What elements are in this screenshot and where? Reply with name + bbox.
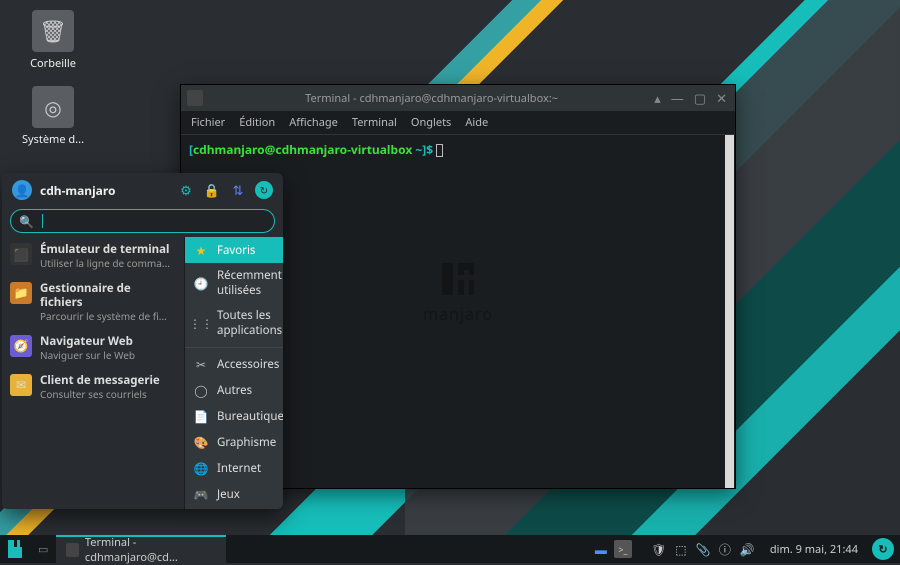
app-icon: 🧭: [10, 335, 32, 357]
desktop-icon-filesystem[interactable]: ◎ Système d...: [18, 86, 88, 147]
category-icon: 📄: [193, 408, 209, 424]
settings-icon[interactable]: ⚙: [177, 181, 195, 199]
category-multimédia[interactable]: 🎵Multimédia: [185, 507, 283, 509]
app-icon: ⬛: [10, 243, 32, 265]
minimize-button[interactable]: —: [671, 89, 684, 107]
category-icon: ✂: [193, 356, 209, 372]
category-bureautique[interactable]: 📄Bureautique: [185, 403, 283, 429]
desktop-icon-label: Système d...: [18, 132, 88, 147]
scrollbar[interactable]: [725, 135, 734, 488]
menu-favorites-pane: ⬛Émulateur de terminalUtiliser la ligne …: [2, 237, 185, 509]
menu-affichage[interactable]: Affichage: [289, 115, 338, 130]
disk-icon: ◎: [44, 94, 61, 121]
info-icon[interactable]: ⓘ: [716, 540, 734, 558]
category-autres[interactable]: ◯Autres: [185, 377, 283, 403]
category-icon: ◯: [193, 382, 209, 398]
manjaro-watermark: manjaro: [423, 263, 493, 325]
category-icon: 🎨: [193, 434, 209, 450]
menu-edition[interactable]: Édition: [239, 115, 275, 130]
category-internet[interactable]: 🌐Internet: [185, 455, 283, 481]
favorite-1[interactable]: 📁Gestionnaire de fichiersParcourir le sy…: [2, 276, 184, 329]
close-button[interactable]: ✕: [716, 89, 727, 107]
terminal-icon: [187, 90, 203, 106]
search-icon: 🔍: [19, 213, 34, 230]
category-icon: 🕘: [193, 275, 209, 291]
menu-header: 👤 cdh-manjaro ⚙ 🔒 ⇅ ↻: [2, 173, 283, 207]
favorite-2[interactable]: 🧭Navigateur WebNaviguer sur le Web: [2, 329, 184, 368]
terminal-icon: [66, 543, 79, 557]
application-menu: 👤 cdh-manjaro ⚙ 🔒 ⇅ ↻ 🔍 ⬛Émulateur de te…: [2, 173, 283, 509]
menu-terminal[interactable]: Terminal: [352, 115, 397, 130]
start-button[interactable]: [0, 535, 30, 563]
favorite-0[interactable]: ⬛Émulateur de terminalUtiliser la ligne …: [2, 237, 184, 276]
category-favoris[interactable]: ★Favoris: [185, 237, 283, 263]
logout-icon[interactable]: ↻: [255, 181, 273, 199]
app-icon: 📁: [10, 282, 32, 304]
category-accessoires[interactable]: ✂Accessoires: [185, 347, 283, 377]
app-icon: ✉: [10, 374, 32, 396]
category-icon: 🌐: [193, 460, 209, 476]
switch-user-icon[interactable]: ⇅: [229, 181, 247, 199]
window-titlebar[interactable]: Terminal - cdhmanjaro@cdhmanjaro-virtual…: [181, 85, 735, 111]
user-avatar-icon[interactable]: 👤: [12, 180, 32, 200]
menu-onglets[interactable]: Onglets: [411, 115, 451, 130]
clock[interactable]: dim. 9 mai, 21:44: [762, 542, 866, 557]
system-tray: ▬ >_ 🛡 ⬚ 📎 ⓘ 🔊: [586, 540, 762, 558]
volume-icon[interactable]: 🔊: [738, 540, 756, 558]
username-label: cdh-manjaro: [40, 182, 169, 199]
category-icon: 🎮: [193, 486, 209, 502]
power-button[interactable]: ↻: [872, 538, 894, 560]
terminal-tray-icon[interactable]: >_: [614, 540, 632, 558]
search-input[interactable]: 🔍: [10, 209, 275, 233]
desktop-icon-trash[interactable]: 🗑 Corbeille: [18, 10, 88, 71]
category-récemment-utilisées[interactable]: 🕘Récemment utilisées: [185, 263, 283, 303]
menu-search-row: 🔍: [2, 207, 283, 237]
keep-above-icon[interactable]: ▴: [654, 89, 661, 107]
window-title: Terminal - cdhmanjaro@cdhmanjaro-virtual…: [209, 91, 654, 106]
shield-icon[interactable]: 🛡: [650, 540, 668, 558]
desktop-icon-label: Corbeille: [18, 56, 88, 71]
taskbar-item-label: Terminal - cdhmanjaro@cd...: [85, 535, 216, 565]
terminal-cursor: [436, 144, 443, 157]
menu-aide[interactable]: Aide: [465, 115, 488, 130]
manjaro-logo-icon: [8, 540, 22, 558]
show-desktop-button[interactable]: ▭: [30, 535, 56, 563]
lock-icon[interactable]: 🔒: [203, 181, 221, 199]
clipboard-icon[interactable]: 📎: [694, 540, 712, 558]
updates-icon[interactable]: ⬚: [672, 540, 690, 558]
terminal-menubar: Fichier Édition Affichage Terminal Ongle…: [181, 111, 735, 135]
chat-icon[interactable]: ▬: [592, 540, 610, 558]
category-toutes-les-applications[interactable]: ⋮⋮Toutes les applications: [185, 303, 283, 343]
trash-icon: 🗑: [39, 16, 67, 46]
menu-fichier[interactable]: Fichier: [191, 115, 225, 130]
category-icon: ★: [193, 242, 209, 258]
taskbar-item-terminal[interactable]: Terminal - cdhmanjaro@cd...: [56, 535, 226, 563]
menu-categories-pane: ★Favoris🕘Récemment utilisées⋮⋮Toutes les…: [185, 237, 283, 509]
category-jeux[interactable]: 🎮Jeux: [185, 481, 283, 507]
maximize-button[interactable]: ▢: [694, 89, 706, 107]
category-icon: ⋮⋮: [193, 315, 209, 331]
taskbar: ▭ Terminal - cdhmanjaro@cd... ▬ >_ 🛡 ⬚ 📎…: [0, 535, 900, 563]
favorite-3[interactable]: ✉Client de messagerieConsulter ses courr…: [2, 368, 184, 407]
category-graphisme[interactable]: 🎨Graphisme: [185, 429, 283, 455]
